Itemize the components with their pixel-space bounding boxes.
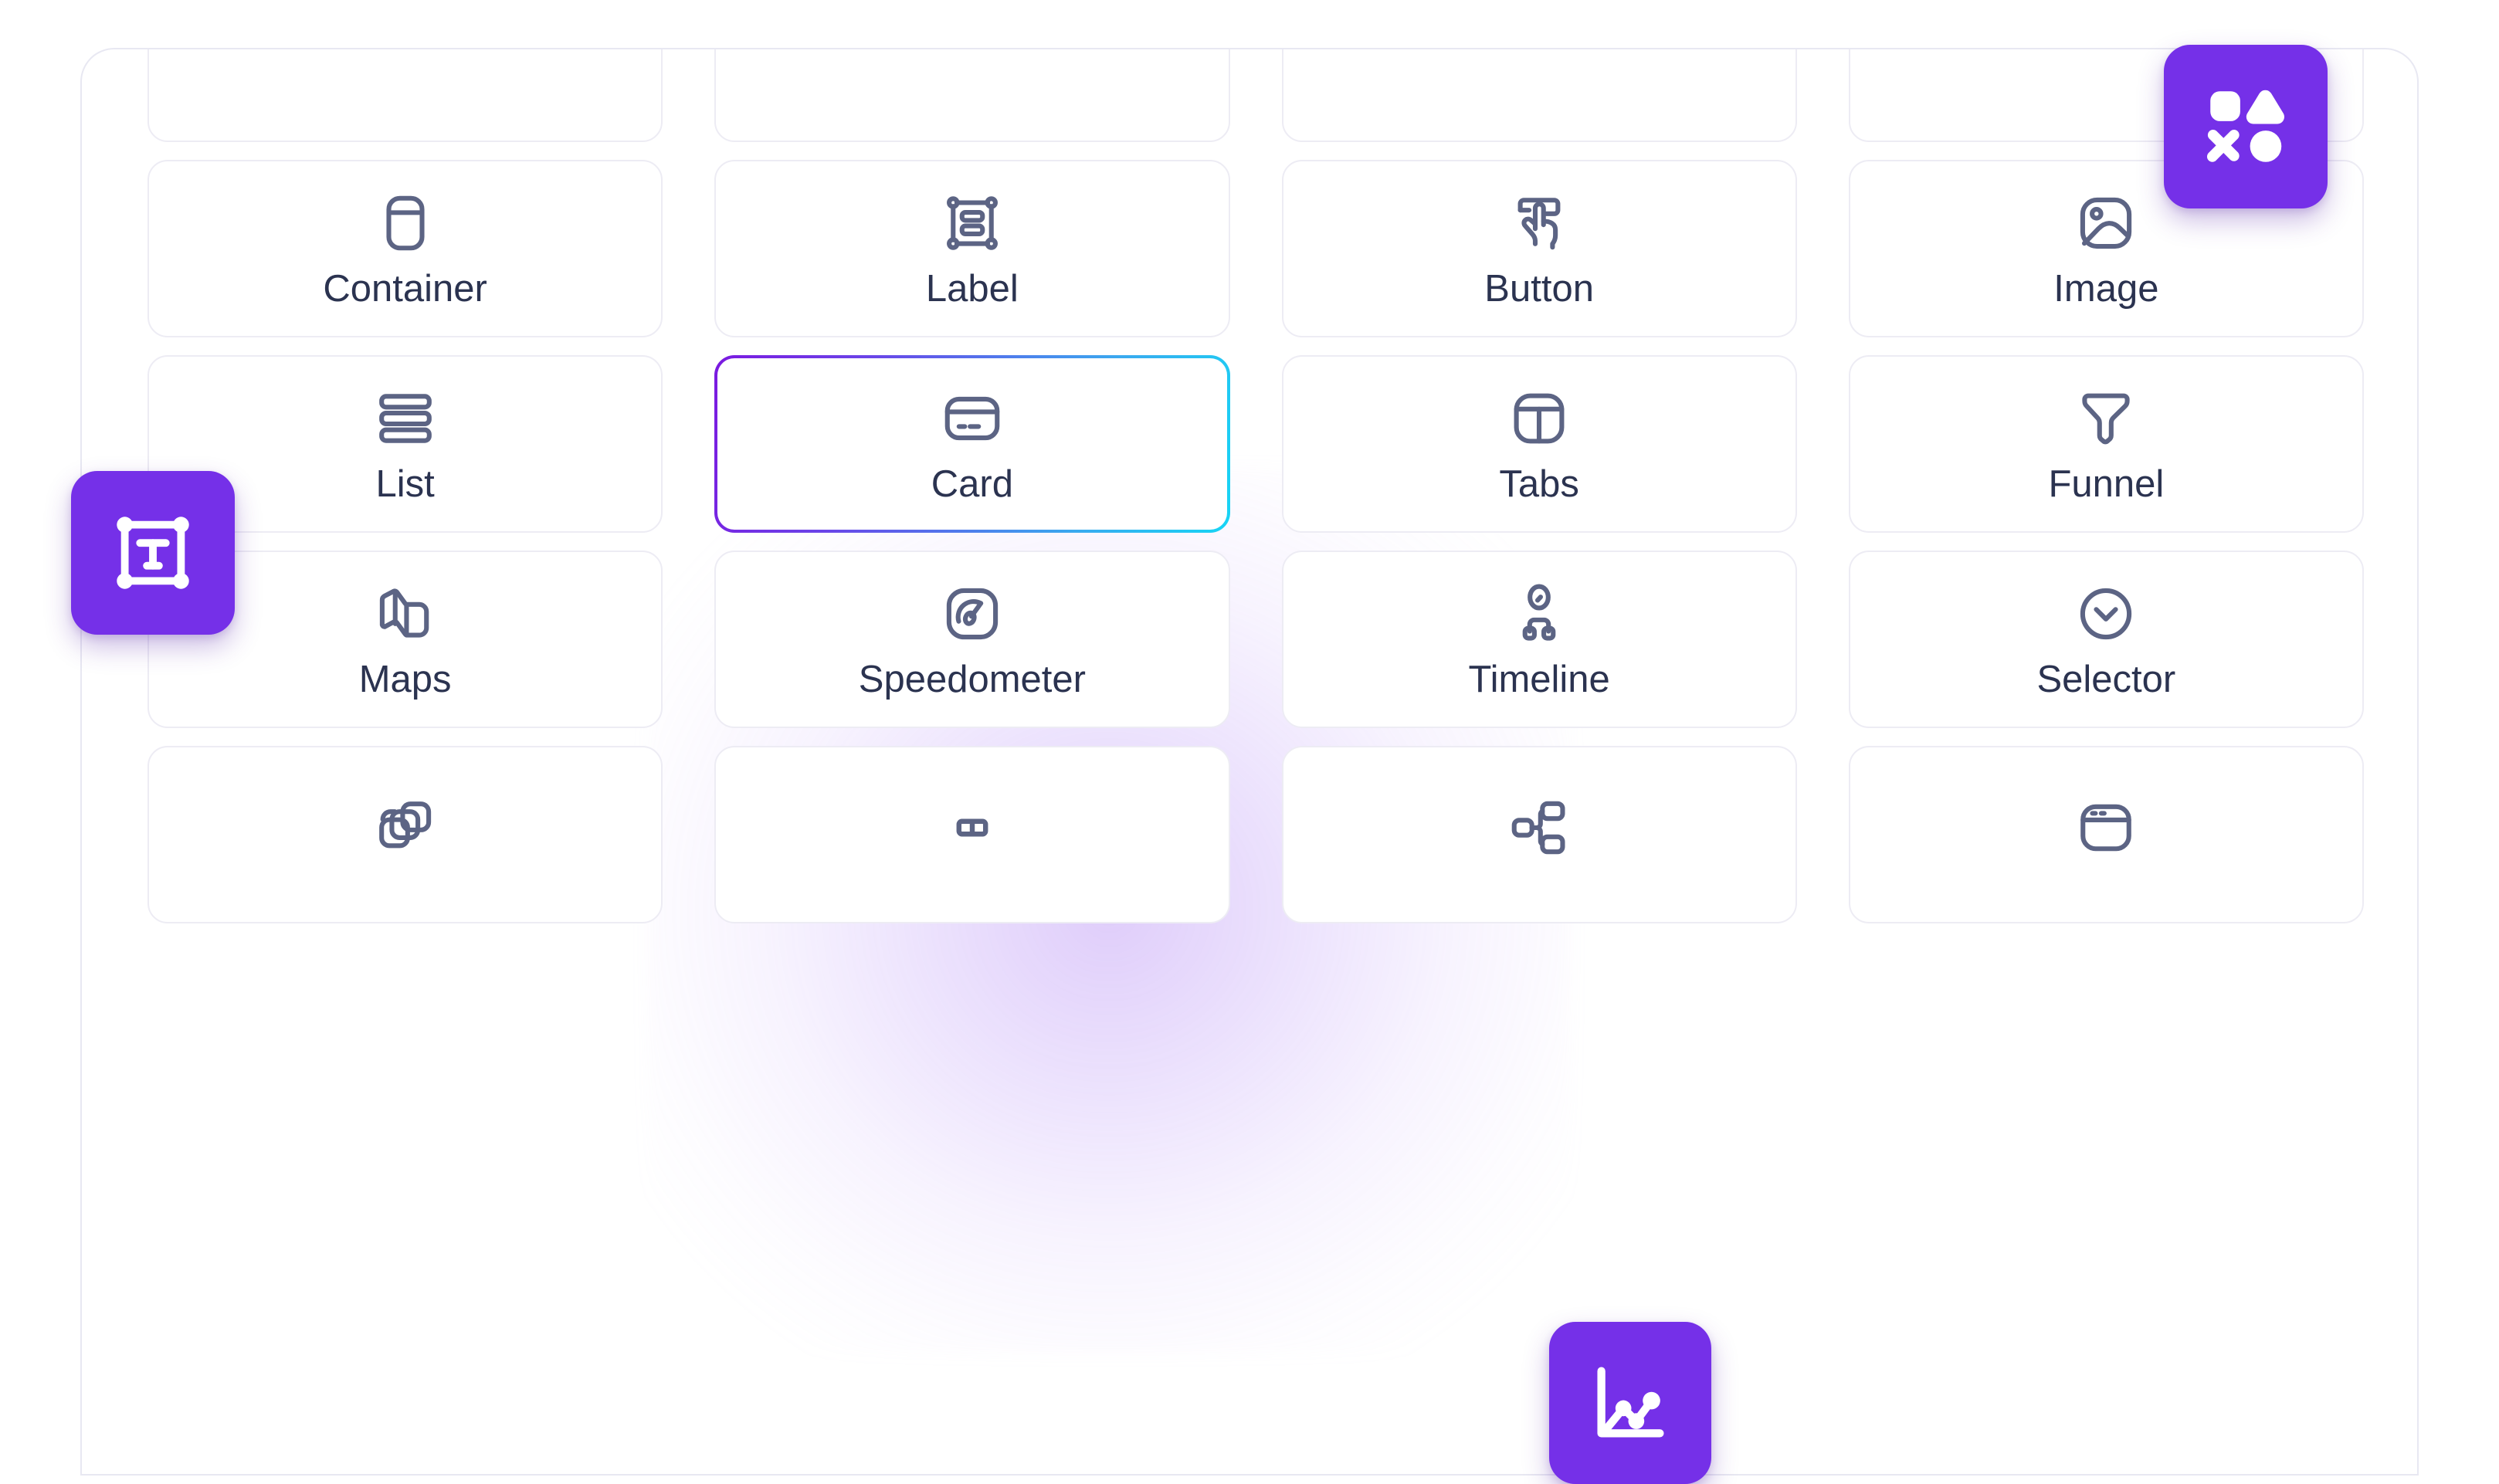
tile-label: Maps [358, 658, 452, 700]
palette-tile-timeline[interactable]: Timeline [1281, 551, 1797, 728]
palette-tile-button[interactable]: Button [1281, 160, 1797, 337]
component-grid: Table Bar Pie Kanban Container [147, 49, 2364, 923]
palette-tile-selector[interactable]: Selector [1848, 551, 2364, 728]
tile-label: Container [323, 267, 487, 310]
tile-label: Label [925, 267, 1019, 310]
tabs-icon [1506, 385, 1572, 452]
tile-label: Funnel [2048, 462, 2165, 505]
copy-stack-icon [372, 795, 439, 861]
palette-tile-card[interactable]: Card [714, 355, 1229, 533]
palette-tile-hierarchy[interactable] [1281, 746, 1797, 923]
credit-card-icon [939, 385, 1005, 452]
image-icon [2073, 190, 2139, 256]
label-icon [939, 190, 1005, 256]
tile-label: Tabs [1499, 462, 1579, 505]
container-icon [372, 190, 439, 256]
tile-label: Speedometer [858, 658, 1086, 700]
palette-tile-bar[interactable]: Bar [714, 49, 1230, 142]
map-icon [372, 581, 439, 647]
text-box-icon [107, 507, 198, 598]
line-chart-badge[interactable] [1549, 1322, 1711, 1484]
text-box-badge[interactable] [71, 471, 235, 635]
gauge-icon [939, 581, 1005, 647]
tile-label: Timeline [1468, 658, 1610, 700]
palette-tile-tabs[interactable]: Tabs [1281, 355, 1797, 533]
tile-label: Card [931, 462, 1013, 505]
list-icon [372, 385, 439, 452]
palette-tile-speedometer[interactable]: Speedometer [714, 551, 1230, 728]
shapes-grid-badge[interactable] [2164, 45, 2328, 208]
palette-tile-label[interactable]: Label [714, 160, 1230, 337]
browser-window-icon [2073, 795, 2139, 861]
timeline-icon [1506, 581, 1572, 647]
chevron-circle-icon [2073, 581, 2139, 647]
tile-label: Button [1484, 267, 1594, 310]
tile-label: Image [2053, 267, 2159, 310]
palette-tile-duplicate[interactable] [147, 746, 663, 923]
split-pill-icon [939, 795, 1005, 861]
palette-tile-funnel[interactable]: Funnel [1848, 355, 2364, 533]
hierarchy-icon [1506, 795, 1572, 861]
palette-tile-table[interactable]: Table [147, 49, 663, 142]
palette-tile-window[interactable] [1848, 746, 2364, 923]
tile-label: Selector [2036, 658, 2176, 700]
palette-tile-toggle[interactable] [714, 746, 1230, 923]
line-chart-icon [1585, 1357, 1676, 1448]
funnel-icon [2073, 385, 2139, 452]
palette-tile-container[interactable]: Container [147, 160, 663, 337]
tile-label: List [375, 462, 435, 505]
shapes-grid-icon [2199, 80, 2293, 174]
palette-tile-pie[interactable]: Pie [1281, 49, 1797, 142]
component-palette-panel: Table Bar Pie Kanban Container [80, 48, 2419, 1476]
tap-hand-icon [1506, 190, 1572, 256]
